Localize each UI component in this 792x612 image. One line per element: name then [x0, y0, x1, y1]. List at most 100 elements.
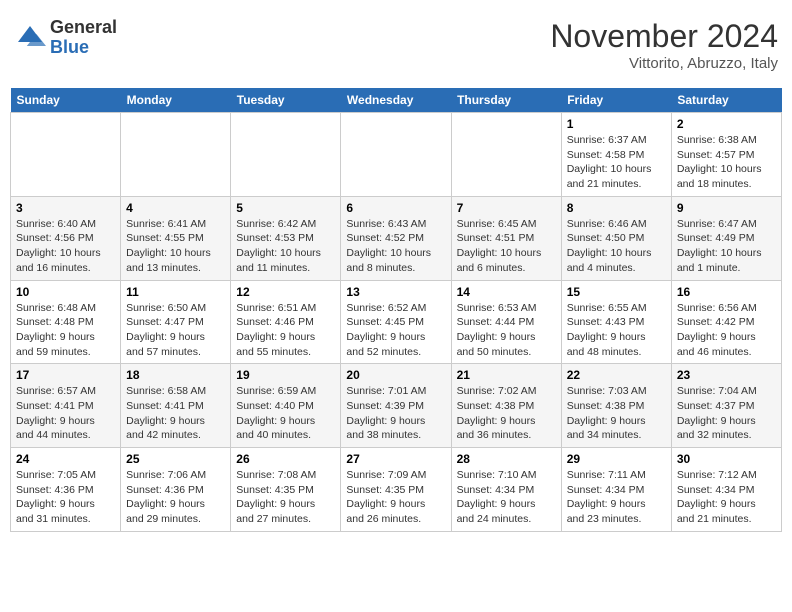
- day-number: 3: [16, 201, 115, 215]
- day-info: Sunrise: 7:02 AM Sunset: 4:38 PM Dayligh…: [457, 384, 556, 443]
- day-number: 18: [126, 368, 225, 382]
- calendar-cell: 11 Sunrise: 6:50 AM Sunset: 4:47 PM Dayli…: [121, 280, 231, 364]
- calendar-cell: 9 Sunrise: 6:47 AM Sunset: 4:49 PM Daylig…: [671, 196, 781, 280]
- calendar-cell: [121, 113, 231, 197]
- calendar-cell: 4Sunrise: 6:41 AM Sunset: 4:55 PM Daylig…: [121, 196, 231, 280]
- calendar-cell: 19 Sunrise: 6:59 AM Sunset: 4:40 PM Dayli…: [231, 364, 341, 448]
- day-info: Sunrise: 6:59 AM Sunset: 4:40 PM Dayligh…: [236, 384, 335, 443]
- day-info: Sunrise: 7:11 AM Sunset: 4:34 PM Dayligh…: [567, 468, 666, 527]
- page-header: General Blue November 2024 Vittorito, Ab…: [10, 10, 782, 80]
- day-number: 30: [677, 452, 776, 466]
- day-info: Sunrise: 6:42 AM Sunset: 4:53 PM Dayligh…: [236, 217, 335, 276]
- calendar-header: SundayMondayTuesdayWednesdayThursdayFrid…: [11, 88, 782, 113]
- weekday-header-tuesday: Tuesday: [231, 88, 341, 113]
- day-info: Sunrise: 6:56 AM Sunset: 4:42 PM Dayligh…: [677, 301, 776, 360]
- day-info: Sunrise: 6:53 AM Sunset: 4:44 PM Dayligh…: [457, 301, 556, 360]
- day-info: Sunrise: 6:57 AM Sunset: 4:41 PM Dayligh…: [16, 384, 115, 443]
- calendar-cell: 5 Sunrise: 6:42 AM Sunset: 4:53 PM Daylig…: [231, 196, 341, 280]
- day-info: Sunrise: 7:12 AM Sunset: 4:34 PM Dayligh…: [677, 468, 776, 527]
- calendar-week-row: 24Sunrise: 7:05 AM Sunset: 4:36 PM Dayli…: [11, 448, 782, 532]
- day-info: Sunrise: 7:05 AM Sunset: 4:36 PM Dayligh…: [16, 468, 115, 527]
- day-number: 13: [346, 285, 445, 299]
- day-number: 5: [236, 201, 335, 215]
- calendar-cell: 7Sunrise: 6:45 AM Sunset: 4:51 PM Daylig…: [451, 196, 561, 280]
- calendar-cell: [11, 113, 121, 197]
- calendar-cell: 22 Sunrise: 7:03 AM Sunset: 4:38 PM Dayli…: [561, 364, 671, 448]
- day-number: 7: [457, 201, 556, 215]
- logo: General Blue: [14, 18, 117, 58]
- calendar-cell: 21Sunrise: 7:02 AM Sunset: 4:38 PM Dayli…: [451, 364, 561, 448]
- calendar-week-row: 3 Sunrise: 6:40 AM Sunset: 4:56 PM Daylig…: [11, 196, 782, 280]
- logo-general-text: General: [50, 18, 117, 38]
- calendar-cell: 24Sunrise: 7:05 AM Sunset: 4:36 PM Dayli…: [11, 448, 121, 532]
- calendar-cell: 16 Sunrise: 6:56 AM Sunset: 4:42 PM Dayli…: [671, 280, 781, 364]
- day-number: 16: [677, 285, 776, 299]
- calendar-week-row: 17Sunrise: 6:57 AM Sunset: 4:41 PM Dayli…: [11, 364, 782, 448]
- day-number: 10: [16, 285, 115, 299]
- calendar-cell: 25Sunrise: 7:06 AM Sunset: 4:36 PM Dayli…: [121, 448, 231, 532]
- day-number: 15: [567, 285, 666, 299]
- day-info: Sunrise: 7:10 AM Sunset: 4:34 PM Dayligh…: [457, 468, 556, 527]
- calendar-week-row: 1 Sunrise: 6:37 AM Sunset: 4:58 PM Daylig…: [11, 113, 782, 197]
- calendar-cell: 20Sunrise: 7:01 AM Sunset: 4:39 PM Dayli…: [341, 364, 451, 448]
- day-info: Sunrise: 6:50 AM Sunset: 4:47 PM Dayligh…: [126, 301, 225, 360]
- day-number: 9: [677, 201, 776, 215]
- day-info: Sunrise: 6:58 AM Sunset: 4:41 PM Dayligh…: [126, 384, 225, 443]
- day-number: 11: [126, 285, 225, 299]
- calendar-cell: 10 Sunrise: 6:48 AM Sunset: 4:48 PM Dayli…: [11, 280, 121, 364]
- calendar-cell: 14 Sunrise: 6:53 AM Sunset: 4:44 PM Dayli…: [451, 280, 561, 364]
- calendar-cell: 2 Sunrise: 6:38 AM Sunset: 4:57 PM Daylig…: [671, 113, 781, 197]
- day-number: 20: [346, 368, 445, 382]
- weekday-header-sunday: Sunday: [11, 88, 121, 113]
- day-number: 12: [236, 285, 335, 299]
- calendar-cell: 27Sunrise: 7:09 AM Sunset: 4:35 PM Dayli…: [341, 448, 451, 532]
- calendar-table: SundayMondayTuesdayWednesdayThursdayFrid…: [10, 88, 782, 532]
- day-info: Sunrise: 6:47 AM Sunset: 4:49 PM Dayligh…: [677, 217, 776, 276]
- calendar-cell: 17Sunrise: 6:57 AM Sunset: 4:41 PM Dayli…: [11, 364, 121, 448]
- weekday-header-wednesday: Wednesday: [341, 88, 451, 113]
- day-number: 6: [346, 201, 445, 215]
- day-info: Sunrise: 6:37 AM Sunset: 4:58 PM Dayligh…: [567, 133, 666, 192]
- weekday-header-row: SundayMondayTuesdayWednesdayThursdayFrid…: [11, 88, 782, 113]
- day-number: 28: [457, 452, 556, 466]
- day-number: 29: [567, 452, 666, 466]
- weekday-header-monday: Monday: [121, 88, 231, 113]
- day-info: Sunrise: 6:38 AM Sunset: 4:57 PM Dayligh…: [677, 133, 776, 192]
- day-info: Sunrise: 7:04 AM Sunset: 4:37 PM Dayligh…: [677, 384, 776, 443]
- location-text: Vittorito, Abruzzo, Italy: [550, 55, 778, 72]
- logo-icon: [14, 22, 46, 54]
- day-info: Sunrise: 6:40 AM Sunset: 4:56 PM Dayligh…: [16, 217, 115, 276]
- day-info: Sunrise: 6:51 AM Sunset: 4:46 PM Dayligh…: [236, 301, 335, 360]
- calendar-cell: 6 Sunrise: 6:43 AM Sunset: 4:52 PM Daylig…: [341, 196, 451, 280]
- calendar-cell: 28 Sunrise: 7:10 AM Sunset: 4:34 PM Dayli…: [451, 448, 561, 532]
- day-number: 23: [677, 368, 776, 382]
- calendar-cell: 8Sunrise: 6:46 AM Sunset: 4:50 PM Daylig…: [561, 196, 671, 280]
- calendar-cell: 15 Sunrise: 6:55 AM Sunset: 4:43 PM Dayli…: [561, 280, 671, 364]
- day-number: 4: [126, 201, 225, 215]
- calendar-cell: 30 Sunrise: 7:12 AM Sunset: 4:34 PM Dayli…: [671, 448, 781, 532]
- day-number: 22: [567, 368, 666, 382]
- day-number: 25: [126, 452, 225, 466]
- day-info: Sunrise: 6:55 AM Sunset: 4:43 PM Dayligh…: [567, 301, 666, 360]
- calendar-cell: [451, 113, 561, 197]
- calendar-cell: 13Sunrise: 6:52 AM Sunset: 4:45 PM Dayli…: [341, 280, 451, 364]
- calendar-cell: 26 Sunrise: 7:08 AM Sunset: 4:35 PM Dayli…: [231, 448, 341, 532]
- day-info: Sunrise: 6:43 AM Sunset: 4:52 PM Dayligh…: [346, 217, 445, 276]
- title-block: November 2024 Vittorito, Abruzzo, Italy: [550, 18, 778, 72]
- month-title: November 2024: [550, 18, 778, 55]
- day-number: 19: [236, 368, 335, 382]
- day-info: Sunrise: 7:03 AM Sunset: 4:38 PM Dayligh…: [567, 384, 666, 443]
- day-number: 26: [236, 452, 335, 466]
- day-number: 2: [677, 117, 776, 131]
- calendar-cell: 23 Sunrise: 7:04 AM Sunset: 4:37 PM Dayli…: [671, 364, 781, 448]
- weekday-header-friday: Friday: [561, 88, 671, 113]
- day-number: 1: [567, 117, 666, 131]
- calendar-cell: 18 Sunrise: 6:58 AM Sunset: 4:41 PM Dayli…: [121, 364, 231, 448]
- calendar-cell: 29 Sunrise: 7:11 AM Sunset: 4:34 PM Dayli…: [561, 448, 671, 532]
- day-info: Sunrise: 7:08 AM Sunset: 4:35 PM Dayligh…: [236, 468, 335, 527]
- day-info: Sunrise: 7:09 AM Sunset: 4:35 PM Dayligh…: [346, 468, 445, 527]
- day-info: Sunrise: 6:48 AM Sunset: 4:48 PM Dayligh…: [16, 301, 115, 360]
- weekday-header-saturday: Saturday: [671, 88, 781, 113]
- calendar-week-row: 10 Sunrise: 6:48 AM Sunset: 4:48 PM Dayli…: [11, 280, 782, 364]
- day-number: 14: [457, 285, 556, 299]
